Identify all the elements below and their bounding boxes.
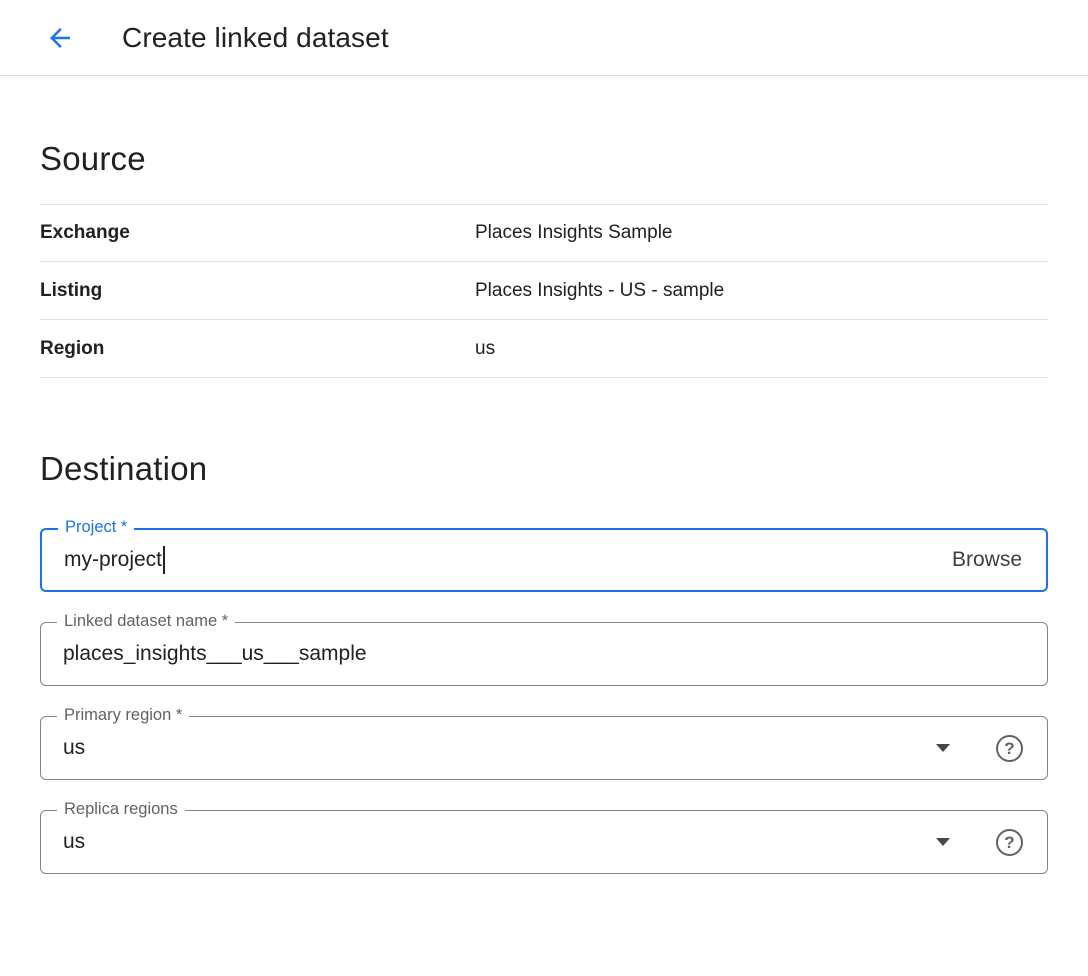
listing-value: Places Insights - US - sample xyxy=(475,280,724,302)
linked-dataset-name-value[interactable]: places_insights___us___sample xyxy=(63,642,367,666)
table-row-exchange: Exchange Places Insights Sample xyxy=(40,204,1048,262)
source-info-table: Exchange Places Insights Sample Listing … xyxy=(40,204,1048,378)
table-row-listing: Listing Places Insights - US - sample xyxy=(40,262,1048,320)
back-button[interactable] xyxy=(40,18,80,58)
replica-regions-label: Replica regions xyxy=(57,800,185,819)
create-linked-dataset-page: Create linked dataset Source Exchange Pl… xyxy=(0,0,1088,976)
region-label: Region xyxy=(40,338,475,360)
destination-section-heading: Destination xyxy=(40,378,1048,518)
replica-regions-field[interactable]: Replica regions us ? xyxy=(40,810,1048,874)
linked-dataset-name-label: Linked dataset name * xyxy=(57,612,235,631)
text-cursor xyxy=(163,546,165,574)
primary-region-value: us xyxy=(63,736,85,760)
region-value: us xyxy=(475,338,495,360)
source-section-heading: Source xyxy=(40,76,1048,204)
browse-button[interactable]: Browse xyxy=(950,544,1024,576)
primary-region-label: Primary region * xyxy=(57,706,189,725)
replica-regions-value: us xyxy=(63,830,85,854)
exchange-value: Places Insights Sample xyxy=(475,222,673,244)
linked-dataset-name-field[interactable]: Linked dataset name * places_insights___… xyxy=(40,622,1048,686)
help-icon[interactable]: ? xyxy=(996,735,1023,762)
project-field-value[interactable]: my-project xyxy=(64,548,162,572)
primary-region-field[interactable]: Primary region * us ? xyxy=(40,716,1048,780)
project-field-label: Project * xyxy=(58,518,134,537)
help-icon[interactable]: ? xyxy=(996,829,1023,856)
chevron-down-icon[interactable] xyxy=(936,744,950,752)
arrow-left-icon xyxy=(45,23,75,53)
listing-label: Listing xyxy=(40,280,475,302)
project-field[interactable]: Project * my-project Browse xyxy=(40,528,1048,592)
exchange-label: Exchange xyxy=(40,222,475,244)
table-row-region: Region us xyxy=(40,320,1048,378)
page-header: Create linked dataset xyxy=(0,0,1088,76)
page-title: Create linked dataset xyxy=(122,22,389,54)
chevron-down-icon[interactable] xyxy=(936,838,950,846)
